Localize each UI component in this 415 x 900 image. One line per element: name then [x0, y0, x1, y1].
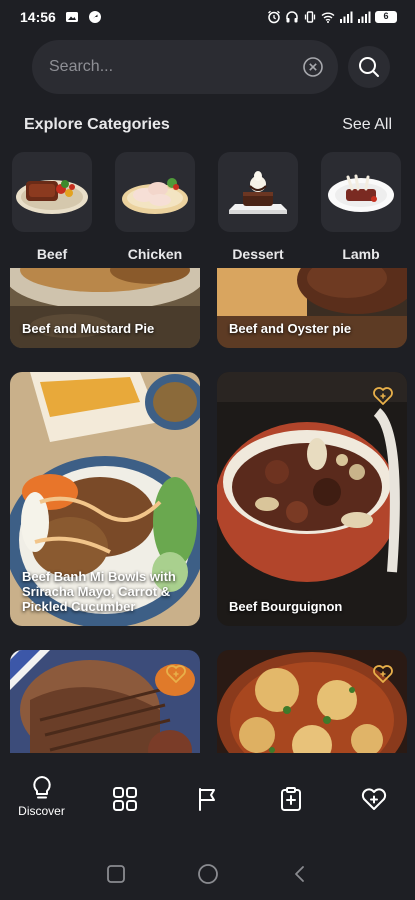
lightbulb-icon: [32, 776, 51, 799]
favorite-icon[interactable]: [164, 662, 188, 686]
nav-shopping-list[interactable]: [256, 774, 326, 812]
recipe-card[interactable]: Beef Banh Mi Bowls with Sriracha Mayo, C…: [10, 372, 200, 626]
recent-apps-icon[interactable]: [105, 863, 127, 885]
signal-icon-2: [358, 11, 371, 23]
nav-discover[interactable]: Discover: [7, 774, 77, 818]
search-bar: [32, 40, 392, 94]
category-tile: [115, 152, 195, 232]
nav-categories[interactable]: [90, 774, 160, 812]
search-box[interactable]: [32, 40, 338, 94]
recipe-title: Beef Banh Mi Bowls with Sriracha Mayo, C…: [22, 569, 176, 614]
back-icon[interactable]: [289, 863, 311, 885]
category-lamb[interactable]: Lamb: [321, 152, 401, 262]
category-label: Dessert: [232, 246, 284, 262]
recipe-image: [217, 268, 407, 348]
search-icon: [359, 57, 379, 77]
search-input[interactable]: [49, 58, 302, 76]
categories-title: Explore Categories: [24, 116, 170, 133]
beef-dish-image: [16, 180, 88, 214]
recipe-title: Beef and Mustard Pie: [22, 321, 155, 336]
grid-icon: [112, 787, 137, 811]
chicken-dish-image: [122, 178, 188, 214]
recipe-title: Beef and Oyster pie: [229, 321, 352, 336]
categories-list: Beef Chicken Dessert Lamb: [12, 152, 415, 262]
signal-icon: [340, 11, 353, 23]
app-notification-icon: [88, 11, 101, 23]
category-tile: [12, 152, 92, 232]
category-label: Beef: [36, 246, 68, 262]
status-bar: 14:56 6: [0, 0, 415, 34]
battery-icon: 6: [375, 11, 397, 23]
bottom-nav: Discover: [0, 760, 415, 840]
favorite-icon[interactable]: [371, 662, 395, 686]
flag-icon: [198, 788, 215, 811]
clear-icon[interactable]: [302, 56, 324, 78]
nav-cuisines[interactable]: [173, 774, 243, 812]
recipe-card[interactable]: [217, 650, 407, 753]
nav-favorites[interactable]: [339, 774, 409, 812]
recipe-image: [217, 372, 407, 626]
recipe-card[interactable]: Beef and Mustard Pie: [10, 268, 200, 348]
category-tile: [218, 152, 298, 232]
recipe-card[interactable]: Beef and Oyster pie: [217, 268, 407, 348]
category-tile: [321, 152, 401, 232]
headphones-icon: [286, 11, 298, 23]
recipe-image: [10, 268, 200, 348]
system-nav-bar: [0, 848, 415, 900]
heart-plus-icon: [361, 788, 386, 810]
alarm-icon: [268, 10, 280, 24]
lamb-dish-image: [328, 174, 394, 212]
status-time: 14:56: [20, 9, 56, 25]
favorite-icon[interactable]: [371, 384, 395, 408]
category-label: Chicken: [127, 246, 183, 262]
dessert-dish-image: [229, 171, 287, 214]
clipboard-plus-icon: [280, 787, 301, 811]
category-dessert[interactable]: Dessert: [218, 152, 298, 262]
recipe-card[interactable]: [10, 650, 200, 753]
vibrate-icon: [304, 11, 316, 23]
gallery-icon: [65, 12, 78, 22]
home-icon[interactable]: [196, 862, 220, 886]
recipe-title: Beef Bourguignon: [229, 599, 343, 614]
wifi-icon: [321, 12, 335, 23]
see-all-link[interactable]: See All: [342, 116, 392, 134]
nav-label: Discover: [18, 804, 65, 818]
categories-header: Explore Categories See All: [24, 116, 392, 134]
recipe-card[interactable]: Beef Bourguignon: [217, 372, 407, 626]
category-label: Lamb: [342, 246, 380, 262]
recipe-grid: Beef and Mustard Pie Beef and Oyster pie: [0, 268, 415, 753]
category-chicken[interactable]: Chicken: [115, 152, 195, 262]
category-beef[interactable]: Beef: [12, 152, 92, 262]
search-button[interactable]: [348, 46, 390, 88]
